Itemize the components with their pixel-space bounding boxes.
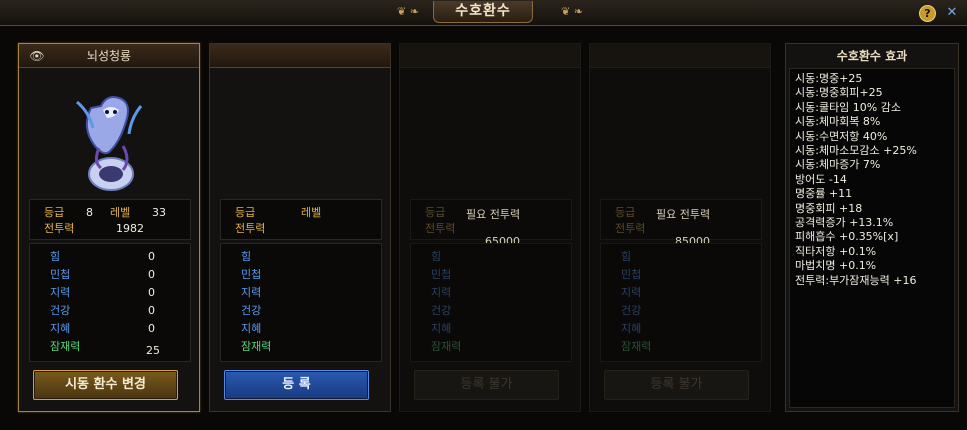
- stat-value: 25: [146, 344, 160, 357]
- power-label: 전투력: [235, 222, 266, 235]
- stat-label: 민첩: [431, 268, 452, 281]
- stat-box: 힘 민첩 지력 건강 지혜 잠재력: [600, 243, 762, 362]
- stat-label: 지혜: [431, 322, 452, 335]
- stat-label: 지력: [621, 286, 642, 299]
- stat-box: 힘 민첩 지력 건강 지혜 잠재력: [220, 243, 382, 362]
- window-title-plate: ❦ ❧ 수호환수 ❦ ❧: [383, 0, 583, 24]
- grade-label: 등급: [235, 206, 256, 219]
- power-label: 전투력: [44, 222, 75, 235]
- slot-header: [590, 44, 770, 68]
- cloud-ornament-left-icon: ❦ ❧: [397, 5, 419, 18]
- stat-label: 지혜: [50, 322, 71, 335]
- stat-label: 민첩: [241, 268, 262, 281]
- effect-line: 공격력증가 +13.1%: [795, 216, 894, 230]
- stat-label: 건강: [241, 304, 262, 317]
- effects-title: 수호환수 효과: [836, 49, 908, 63]
- change-guardian-button[interactable]: 시동 환수 변경: [33, 370, 178, 400]
- stat-label: 힘: [621, 250, 632, 263]
- guardian-slot-2[interactable]: 등급 레벨 전투력 힘 민첩 지력 건강 지혜 잠재력 등 록: [209, 43, 391, 412]
- grade-label: 등급: [425, 206, 446, 219]
- power-value: 1982: [116, 222, 144, 235]
- level-value: 33: [152, 206, 166, 219]
- stat-value: 0: [148, 322, 155, 335]
- stat-label: 건강: [431, 304, 452, 317]
- guardian-slot-4: 등급 전투력 필요 전투력 85000 힘 민첩 지력 건강 지혜 잠재력 등록…: [589, 43, 771, 412]
- effect-line: 시동:체마증가 7%: [795, 158, 881, 172]
- effect-line: 방어도 -14: [795, 172, 847, 186]
- register-button[interactable]: 등 록: [224, 370, 369, 400]
- window-title: 수호환수: [433, 1, 533, 23]
- grade-value: 8: [86, 206, 93, 219]
- grade-label: 등급: [615, 206, 636, 219]
- power-label: 전투력: [615, 222, 646, 235]
- stat-label: 민첩: [621, 268, 642, 281]
- stat-label: 건강: [621, 304, 642, 317]
- stat-label: 지력: [241, 286, 262, 299]
- effect-line: 시동:쿨타임 10% 감소: [795, 100, 901, 114]
- guardian-name: 뇌성청룡: [86, 49, 132, 63]
- stat-label: 힘: [241, 250, 252, 263]
- stat-label: 지력: [50, 286, 71, 299]
- info-box: 등급 8 레벨 33 전투력 1982: [29, 199, 191, 240]
- stat-label: 민첩: [50, 268, 71, 281]
- effect-line: 마법치명 +0.1%: [795, 259, 877, 273]
- guardian-effects-panel: 수호환수 효과 시동:명중+25 시동:명중회피+25 시동:쿨타임 10% 감…: [785, 43, 959, 412]
- required-power-label: 필요 전투력: [656, 208, 711, 221]
- info-box: 등급 전투력 필요 전투력 65000: [410, 199, 572, 248]
- effect-line: 명중회피 +18: [795, 201, 863, 215]
- register-disabled-button: 등록 불가: [414, 370, 559, 400]
- stat-label: 건강: [50, 304, 71, 317]
- effect-line: 피해흡수 +0.35%[x]: [795, 230, 899, 244]
- stat-value: 0: [148, 304, 155, 317]
- slot-header: 👁 뇌성청룡: [19, 44, 199, 68]
- stat-label: 지력: [431, 286, 452, 299]
- stat-label: 잠재력: [241, 340, 272, 353]
- stat-box: 힘 0 민첩 0 지력 0 건강 0 지혜 0 잠재력 25: [29, 243, 191, 362]
- effect-line: 전투력:부가잠재능력 +16: [795, 273, 917, 287]
- effect-line: 명중률 +11: [795, 187, 853, 201]
- stat-label: 잠재력: [431, 340, 462, 353]
- effects-list[interactable]: 시동:명중+25 시동:명중회피+25 시동:쿨타임 10% 감소 시동:체마회…: [789, 68, 955, 408]
- effect-line: 시동:체마회복 8%: [795, 115, 881, 129]
- slot-header: [210, 44, 390, 68]
- level-label: 레벨: [110, 206, 131, 219]
- level-label: 레벨: [301, 206, 322, 219]
- power-label: 전투력: [425, 222, 456, 235]
- stat-value: 0: [148, 268, 155, 281]
- stat-box: 힘 민첩 지력 건강 지혜 잠재력: [410, 243, 572, 362]
- effect-line: 시동:체마소모감소 +25%: [795, 144, 917, 158]
- slot-header: [400, 44, 580, 68]
- info-box: 등급 레벨 전투력: [220, 199, 382, 240]
- dragon-portrait-icon: [76, 96, 143, 191]
- required-power-label: 필요 전투력: [466, 208, 521, 221]
- stat-value: 0: [148, 250, 155, 263]
- close-button[interactable]: ✕: [944, 5, 960, 21]
- grade-label: 등급: [44, 206, 65, 219]
- info-box: 등급 전투력 필요 전투력 85000: [600, 199, 762, 248]
- stat-label: 지혜: [241, 322, 262, 335]
- effect-line: 시동:수면저항 40%: [795, 129, 888, 143]
- stat-value: 0: [148, 286, 155, 299]
- stat-label: 잠재력: [621, 340, 652, 353]
- guardian-slot-3: 등급 전투력 필요 전투력 65000 힘 민첩 지력 건강 지혜 잠재력 등록…: [399, 43, 581, 412]
- guardian-slot-1[interactable]: 👁 뇌성청룡 등급 8 레벨 33 전투력 1982 힘 0 민첩 0 지력 0…: [18, 43, 200, 412]
- stat-label: 힘: [50, 250, 61, 263]
- effect-line: 직타저항 +0.1%: [795, 244, 877, 258]
- stat-label: 잠재력: [50, 340, 81, 353]
- cloud-ornament-right-icon: ❦ ❧: [561, 5, 583, 18]
- effect-line: 시동:명중회피+25: [795, 86, 883, 100]
- effect-line: 시동:명중+25: [795, 72, 863, 85]
- stat-label: 힘: [431, 250, 442, 263]
- stat-label: 지혜: [621, 322, 642, 335]
- help-button[interactable]: ?: [919, 5, 936, 22]
- register-disabled-button: 등록 불가: [604, 370, 749, 400]
- title-bar: ❦ ❧ 수호환수 ❦ ❧ ? ✕: [0, 0, 967, 26]
